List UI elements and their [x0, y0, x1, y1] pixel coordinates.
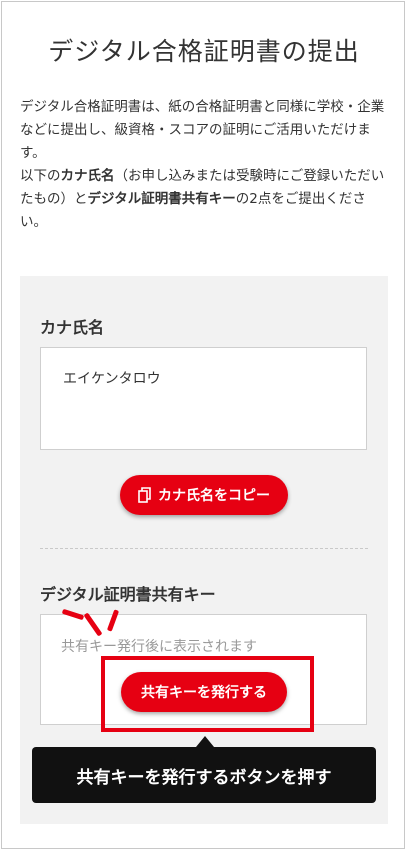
instruction-tooltip: 共有キーを発行するボタンを押す: [32, 747, 376, 803]
intro-text: デジタル合格証明書は、紙の合格証明書と同様に学校・企業などに提出し、級資格・スコ…: [20, 96, 390, 234]
page-title: デジタル合格証明書の提出: [48, 37, 360, 66]
kana-name-label: カナ氏名: [40, 318, 105, 337]
kana-name-value: エイケンタロウ: [63, 371, 161, 387]
section-divider: [40, 548, 368, 549]
share-key-label: デジタル証明書共有キー: [40, 585, 216, 604]
copy-kana-button[interactable]: カナ氏名をコピー: [120, 475, 288, 515]
intro-paragraph-2: 以下のカナ氏名（お申し込みまたは受験時にご登録いただいたもの）とデジタル証明書共…: [20, 165, 390, 234]
highlight-box: [101, 656, 314, 732]
intro-paragraph-1: デジタル合格証明書は、紙の合格証明書と同様に学校・企業などに提出し、級資格・スコ…: [20, 99, 385, 161]
intro-text-part: 以下の: [20, 168, 61, 184]
intro-bold-kana: カナ氏名: [60, 168, 115, 184]
intro-bold-share-key: デジタル証明書共有キー: [87, 191, 236, 207]
copy-kana-button-label: カナ氏名をコピー: [158, 488, 270, 504]
kana-name-field[interactable]: エイケンタロウ: [40, 347, 367, 450]
copy-icon: [138, 487, 152, 503]
tooltip-arrow: [196, 736, 214, 747]
share-key-placeholder: 共有キー発行後に表示されます: [61, 639, 257, 655]
